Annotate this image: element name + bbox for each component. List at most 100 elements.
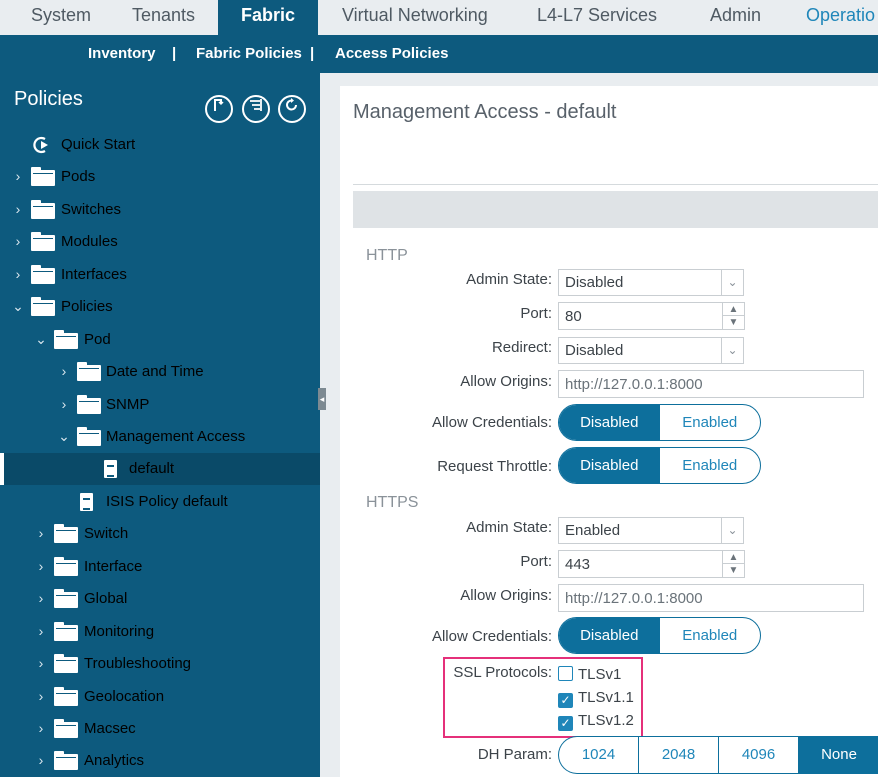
subnav-access-policies[interactable]: Access Policies xyxy=(335,45,448,62)
dh-param-label: DH Param: xyxy=(477,746,552,763)
tree-item-interfaces[interactable]: › Interfaces xyxy=(0,259,320,291)
chevron-down-icon[interactable]: ⌄ xyxy=(35,331,47,348)
port-stepper[interactable]: ▲ ▼ xyxy=(722,303,744,329)
tree-item-global[interactable]: › Global xyxy=(0,583,320,615)
subnav-inventory[interactable]: Inventory xyxy=(88,45,156,62)
dh-option-1024[interactable]: 1024 xyxy=(559,737,639,773)
chevron-down-icon[interactable]: ⌄ xyxy=(721,338,743,363)
toggle-disabled-option[interactable]: Disabled xyxy=(559,405,660,440)
toggle-enabled-option[interactable]: Enabled xyxy=(660,405,761,440)
http-port-input[interactable]: 80 ▲ ▼ xyxy=(558,302,745,330)
chevron-right-icon[interactable]: › xyxy=(35,623,47,639)
refresh-icon[interactable] xyxy=(278,95,306,123)
tree-item-policies[interactable]: ⌄ Policies xyxy=(0,291,320,323)
dh-option-4096[interactable]: 4096 xyxy=(719,737,799,773)
folder-icon xyxy=(31,232,55,251)
chevron-right-icon[interactable]: › xyxy=(35,655,47,671)
port-stepper[interactable]: ▲ ▼ xyxy=(722,551,744,577)
http-redirect-select[interactable]: Disabled ⌄ xyxy=(558,337,744,364)
chevron-right-icon[interactable]: › xyxy=(58,396,70,412)
tree-item-management-access[interactable]: ⌄ Management Access xyxy=(0,421,320,453)
checkbox-checked-icon[interactable]: ✓ xyxy=(558,693,573,708)
http-admin-state-label: Admin State: xyxy=(466,271,552,288)
tree-item-analytics[interactable]: › Analytics xyxy=(0,745,320,777)
tree-item-default[interactable]: default xyxy=(0,453,320,485)
http-allow-origins-input[interactable]: http://127.0.0.1:8000 xyxy=(558,370,864,398)
chevron-right-icon[interactable]: › xyxy=(12,266,24,282)
toggle-enabled-option[interactable]: Enabled xyxy=(660,448,761,483)
checkbox-checked-icon[interactable]: ✓ xyxy=(558,716,573,731)
tab-system[interactable]: System xyxy=(31,0,91,35)
ssl-tlsv1-1-checkbox[interactable]: ✓ TLSv1.1 xyxy=(558,689,634,708)
chevron-down-icon[interactable]: ⌄ xyxy=(721,270,743,295)
https-admin-state-select[interactable]: Enabled ⌄ xyxy=(558,517,744,544)
http-admin-state-select[interactable]: Disabled ⌄ xyxy=(558,269,744,296)
toggle-disabled-option[interactable]: Disabled xyxy=(559,618,660,653)
chevron-right-icon[interactable]: › xyxy=(35,590,47,606)
tree-item-monitoring[interactable]: › Monitoring xyxy=(0,616,320,648)
chevron-right-icon[interactable]: › xyxy=(35,752,47,768)
https-allow-credentials-toggle[interactable]: Disabled Enabled xyxy=(558,617,761,654)
tree-item-geolocation[interactable]: › Geolocation xyxy=(0,681,320,713)
subnav-fabric-policies[interactable]: Fabric Policies xyxy=(196,45,302,62)
tab-virtual-networking[interactable]: Virtual Networking xyxy=(342,0,488,35)
tree-item-label: Date and Time xyxy=(106,363,204,380)
chevron-down-icon[interactable]: ▼ xyxy=(723,316,744,329)
tree-item-troubleshooting[interactable]: › Troubleshooting xyxy=(0,648,320,680)
checkbox-unchecked-icon[interactable] xyxy=(558,666,573,681)
dh-option-2048[interactable]: 2048 xyxy=(639,737,719,773)
folder-icon xyxy=(54,557,78,576)
tab-operations[interactable]: Operatio xyxy=(806,0,875,35)
tree-item-switches[interactable]: › Switches xyxy=(0,194,320,226)
https-port-input[interactable]: 443 ▲ ▼ xyxy=(558,550,745,578)
chevron-right-icon[interactable]: › xyxy=(12,168,24,184)
ssl-tlsv1-checkbox[interactable]: TLSv1 xyxy=(558,666,621,683)
chevron-up-icon[interactable]: ▲ xyxy=(723,303,744,316)
dh-option-none[interactable]: None xyxy=(799,737,878,773)
tab-admin[interactable]: Admin xyxy=(710,0,761,35)
tab-fabric[interactable]: Fabric xyxy=(218,0,318,35)
chevron-right-icon[interactable]: › xyxy=(58,363,70,379)
tree-item-label: ISIS Policy default xyxy=(106,493,228,510)
chevron-right-icon[interactable]: › xyxy=(35,558,47,574)
collapse-sidebar-handle[interactable]: ◂ xyxy=(318,388,326,410)
toggle-disabled-option[interactable]: Disabled xyxy=(559,448,660,483)
folder-icon xyxy=(54,524,78,543)
chevron-right-icon[interactable]: › xyxy=(12,201,24,217)
chevron-right-icon[interactable]: › xyxy=(35,688,47,704)
chevron-up-icon[interactable]: ▲ xyxy=(723,551,744,564)
tab-l4-l7-services[interactable]: L4-L7 Services xyxy=(537,0,657,35)
tree-item-modules[interactable]: › Modules xyxy=(0,226,320,258)
http-allow-credentials-toggle[interactable]: Disabled Enabled xyxy=(558,404,761,441)
input-value: 443 xyxy=(565,556,591,573)
folder-icon xyxy=(54,622,78,641)
chevron-right-icon[interactable]: › xyxy=(35,525,47,541)
tree-item-snmp[interactable]: › SNMP xyxy=(0,389,320,421)
list-icon[interactable] xyxy=(241,95,270,123)
chevron-right-icon[interactable]: › xyxy=(35,720,47,736)
ssl-tlsv1-2-checkbox[interactable]: ✓ TLSv1.2 xyxy=(558,712,634,731)
chevron-down-icon[interactable]: ⌄ xyxy=(721,518,743,543)
tab-tenants[interactable]: Tenants xyxy=(132,0,195,35)
tree-item-label: Troubleshooting xyxy=(84,655,192,672)
tree-item-macsec[interactable]: › Macsec xyxy=(0,713,320,745)
tree-item-pod[interactable]: ⌄ Pod xyxy=(0,324,320,356)
filter-icon[interactable] xyxy=(205,95,234,123)
toggle-enabled-option[interactable]: Enabled xyxy=(660,618,761,653)
tree-item-date-and-time[interactable]: › Date and Time xyxy=(0,356,320,388)
tree-item-pods[interactable]: › Pods xyxy=(0,161,320,193)
chevron-right-icon[interactable]: › xyxy=(12,233,24,249)
tree-item-quick-start[interactable]: Quick Start xyxy=(0,129,320,161)
http-request-throttle-toggle[interactable]: Disabled Enabled xyxy=(558,447,761,484)
folder-icon xyxy=(31,297,55,316)
chevron-down-icon[interactable]: ▼ xyxy=(723,564,744,577)
tree-item-interface[interactable]: › Interface xyxy=(0,551,320,583)
tree-item-isis-policy-default[interactable]: ISIS Policy default xyxy=(0,486,320,518)
http-redirect-label: Redirect: xyxy=(491,339,552,356)
chevron-down-icon[interactable]: ⌄ xyxy=(12,298,24,315)
https-allow-origins-input[interactable]: http://127.0.0.1:8000 xyxy=(558,584,864,612)
dh-param-selector[interactable]: 1024 2048 4096 None xyxy=(558,736,878,774)
http-allow-origins-label: Allow Origins: xyxy=(460,373,552,390)
chevron-down-icon[interactable]: ⌄ xyxy=(58,428,70,445)
tree-item-switch[interactable]: › Switch xyxy=(0,518,320,550)
